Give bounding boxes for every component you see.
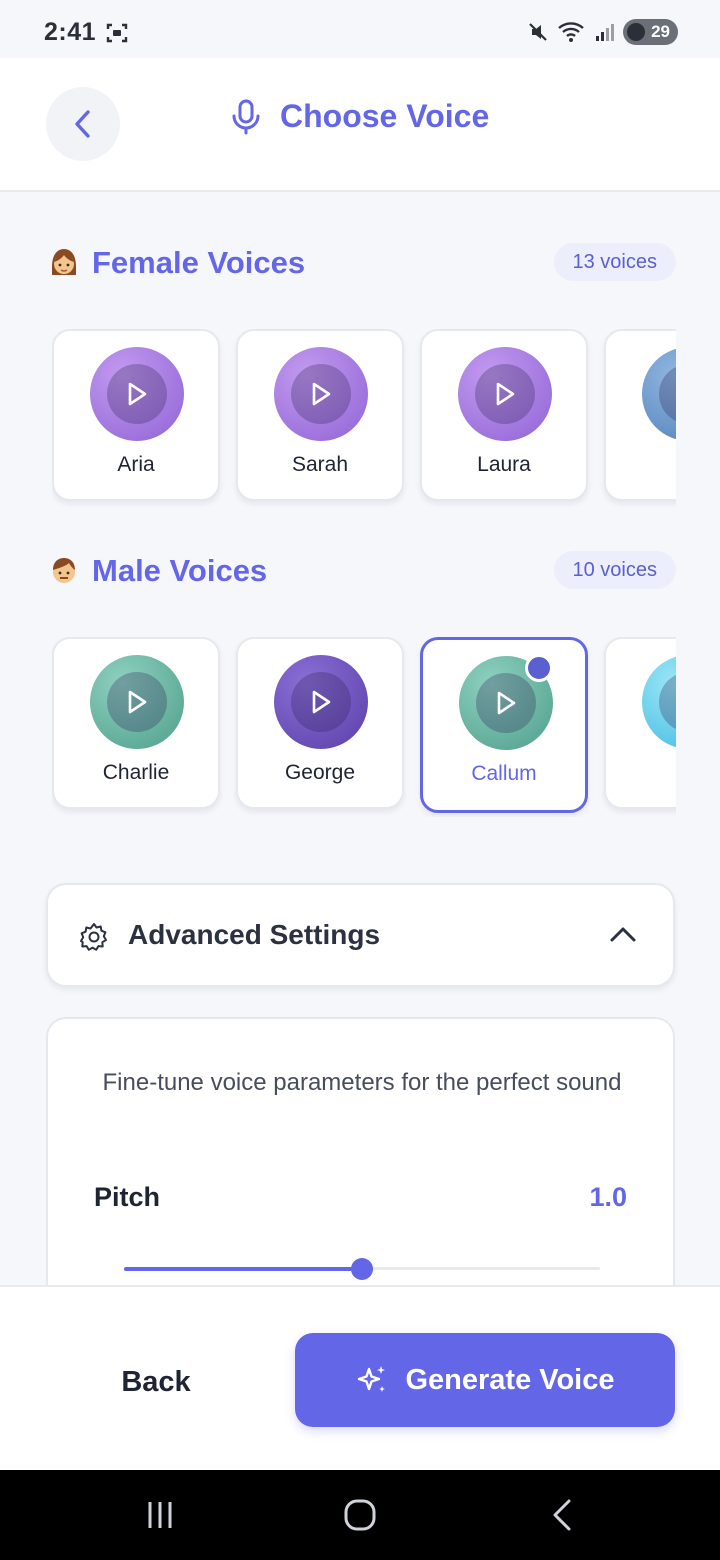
battery-indicator: 29 xyxy=(623,19,678,45)
voice-avatar xyxy=(458,347,552,441)
home-icon xyxy=(344,1499,376,1531)
voice-avatar xyxy=(642,655,676,749)
voice-avatar xyxy=(90,347,184,441)
recent-apps-button[interactable] xyxy=(130,1492,190,1538)
app-header: Choose Voice xyxy=(0,58,720,192)
gear-icon xyxy=(80,923,107,951)
bottom-action-bar: Back Generate Voice xyxy=(0,1285,720,1470)
voice-card-charlie[interactable]: Charlie xyxy=(52,637,220,809)
voice-name: Callum xyxy=(471,762,537,785)
advanced-description: Fine-tune voice parameters for the perfe… xyxy=(102,1069,622,1096)
play-icon[interactable] xyxy=(125,689,149,715)
advanced-settings-title: Advanced Settings xyxy=(128,919,381,950)
play-icon[interactable] xyxy=(309,689,333,715)
back-arrow-icon xyxy=(553,1499,571,1531)
voice-avatar xyxy=(90,655,184,749)
play-icon[interactable] xyxy=(125,381,149,407)
screenshot-icon xyxy=(106,23,128,43)
voice-name: Laura xyxy=(477,453,531,476)
voice-avatar xyxy=(274,347,368,441)
woman-emoji-icon xyxy=(52,249,76,275)
man-emoji-icon xyxy=(53,558,75,583)
wifi-icon xyxy=(558,22,584,42)
male-voice-list[interactable]: Charlie George Callum L xyxy=(52,637,676,817)
voice-card-george[interactable]: George xyxy=(236,637,404,809)
voice-card-laura[interactable]: Laura xyxy=(420,329,588,501)
voice-card-partial[interactable]: L xyxy=(604,637,676,809)
selected-check-icon xyxy=(525,654,553,682)
advanced-settings-toggle[interactable]: Advanced Settings xyxy=(46,883,675,987)
play-icon[interactable] xyxy=(493,381,517,407)
female-voices-title: Female Voices xyxy=(92,245,306,280)
voice-avatar xyxy=(274,655,368,749)
play-icon[interactable] xyxy=(494,690,518,716)
back-button[interactable]: Back xyxy=(56,1347,256,1417)
generate-voice-button[interactable]: Generate Voice xyxy=(295,1333,675,1427)
header-back-button[interactable] xyxy=(46,87,120,161)
voice-card-partial[interactable]: R xyxy=(604,329,676,501)
page-title: Choose Voice xyxy=(230,98,489,135)
microphone-icon xyxy=(232,99,260,134)
generate-voice-label: Generate Voice xyxy=(405,1363,615,1396)
voice-name: Aria xyxy=(117,453,155,476)
system-nav-bar xyxy=(0,1470,720,1560)
voice-name: Sarah xyxy=(291,453,349,476)
voice-name: R xyxy=(606,453,676,477)
female-voices-header: Female Voices 13 voices xyxy=(46,243,676,283)
chevron-up-icon[interactable] xyxy=(609,925,637,943)
male-voices-header: Male Voices 10 voices xyxy=(46,551,676,591)
voice-name: George xyxy=(284,761,356,784)
voice-name: L xyxy=(606,761,676,785)
voice-card-aria[interactable]: Aria xyxy=(52,329,220,501)
pitch-label: Pitch xyxy=(94,1182,161,1212)
home-button[interactable] xyxy=(330,1492,390,1538)
slider-thumb[interactable] xyxy=(351,1258,373,1280)
status-bar: 2:41 29 xyxy=(0,0,720,58)
recent-apps-icon xyxy=(148,1502,172,1528)
system-back-button[interactable] xyxy=(532,1492,592,1538)
status-time: 2:41 xyxy=(44,18,97,46)
pitch-slider[interactable] xyxy=(124,1257,600,1281)
female-count-badge: 13 voices xyxy=(553,243,676,281)
sparkles-icon xyxy=(358,1366,386,1392)
male-count-badge: 10 voices xyxy=(553,551,676,589)
signal-icon xyxy=(596,24,615,41)
voice-name: Charlie xyxy=(102,761,170,784)
voice-card-sarah[interactable]: Sarah xyxy=(236,329,404,501)
female-voice-list[interactable]: Aria Sarah Laura R xyxy=(52,329,676,509)
slider-fill xyxy=(124,1267,362,1271)
play-icon[interactable] xyxy=(309,381,333,407)
male-voices-title: Male Voices xyxy=(92,553,268,588)
mute-icon xyxy=(529,23,547,41)
voice-card-callum-selected[interactable]: Callum xyxy=(420,637,588,813)
page-title-text: Choose Voice xyxy=(280,98,490,134)
pitch-value: 1.0 xyxy=(589,1182,627,1212)
voice-avatar xyxy=(642,347,676,441)
chevron-left-icon xyxy=(75,110,90,138)
advanced-settings-panel: Fine-tune voice parameters for the perfe… xyxy=(46,1017,675,1317)
